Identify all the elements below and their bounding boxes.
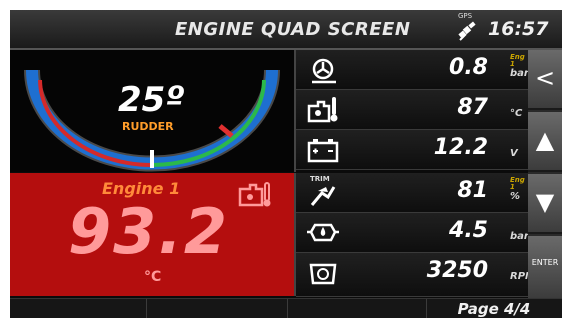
engine-temperature-value: 93.2 [68, 195, 229, 268]
row-rpm[interactable]: 3250 RPM [296, 253, 535, 297]
battery-unit: V [510, 148, 518, 159]
footer-softkey-3[interactable] [288, 299, 427, 318]
side-button-bar: < ▲ ▼ ENTER [528, 50, 562, 300]
footer-softkey-1[interactable] [10, 299, 147, 318]
trim-icon [310, 186, 336, 206]
page-indicator[interactable]: Page 4/4 [428, 300, 560, 318]
footer-softkey-2[interactable] [147, 299, 288, 318]
clock: 16:57 [488, 18, 549, 40]
gps-label: GPS [458, 12, 473, 20]
engine-temperature-unit: °C [144, 269, 162, 285]
turbo-icon [312, 58, 336, 84]
battery-icon [307, 139, 339, 163]
back-button[interactable]: < [528, 50, 562, 110]
rpm-value: 3250 [426, 258, 488, 283]
row-oil-pressure[interactable]: 4.5 bar [296, 213, 529, 253]
rudder-label: RUDDER [122, 120, 174, 133]
oil-temperature-icon [307, 97, 338, 123]
oil-temperature-unit: °C [510, 108, 523, 119]
engine-temperature-panel[interactable]: Engine 1 93.2 °C [10, 173, 296, 296]
turbo-value: 0.8 [449, 55, 488, 80]
oil-temperature-value: 87 [457, 95, 488, 120]
satellite-icon [458, 21, 476, 41]
engine-tag: Eng 1 [510, 176, 525, 191]
rudder-gauge-panel[interactable]: 25º RUDDER [10, 50, 296, 172]
engine-tag: Eng 1 [510, 53, 525, 68]
row-turbo-pressure[interactable]: 0.8 Eng 1 bar [296, 50, 529, 90]
oil-pressure-value: 4.5 [449, 218, 488, 243]
enter-label: ENTER [531, 258, 559, 267]
chevron-left-icon: < [534, 64, 556, 92]
battery-value: 12.2 [433, 135, 488, 160]
footer-bar: Page 4/4 [10, 298, 562, 318]
engine-temperature-icon [238, 182, 271, 207]
screen-title: ENGINE QUAD SCREEN [175, 19, 411, 40]
oil-pressure-icon [307, 223, 339, 242]
turbo-unit: bar [510, 68, 529, 79]
rpm-icon [309, 263, 337, 285]
rudder-angle: 25º [118, 80, 185, 120]
trim-value: 81 [457, 178, 488, 203]
instrument-screen: ENGINE QUAD SCREEN GPS 16:57 25º RUDDER … [10, 10, 562, 318]
row-trim[interactable]: TRIM 81 Eng 1 % [296, 173, 528, 213]
oil-pressure-unit: bar [510, 231, 529, 242]
row-battery-voltage[interactable]: 12.2 V [296, 130, 528, 170]
up-button[interactable]: ▲ [528, 112, 562, 172]
arrow-down-icon: ▼ [535, 188, 555, 216]
down-button[interactable]: ▼ [528, 174, 562, 234]
header-bar: ENGINE QUAD SCREEN GPS 16:57 [10, 10, 562, 50]
arrow-up-icon: ▲ [535, 126, 555, 154]
row-oil-temperature[interactable]: 87 °C [296, 90, 528, 130]
trim-unit: % [510, 191, 521, 202]
enter-button[interactable]: ENTER [528, 236, 562, 300]
